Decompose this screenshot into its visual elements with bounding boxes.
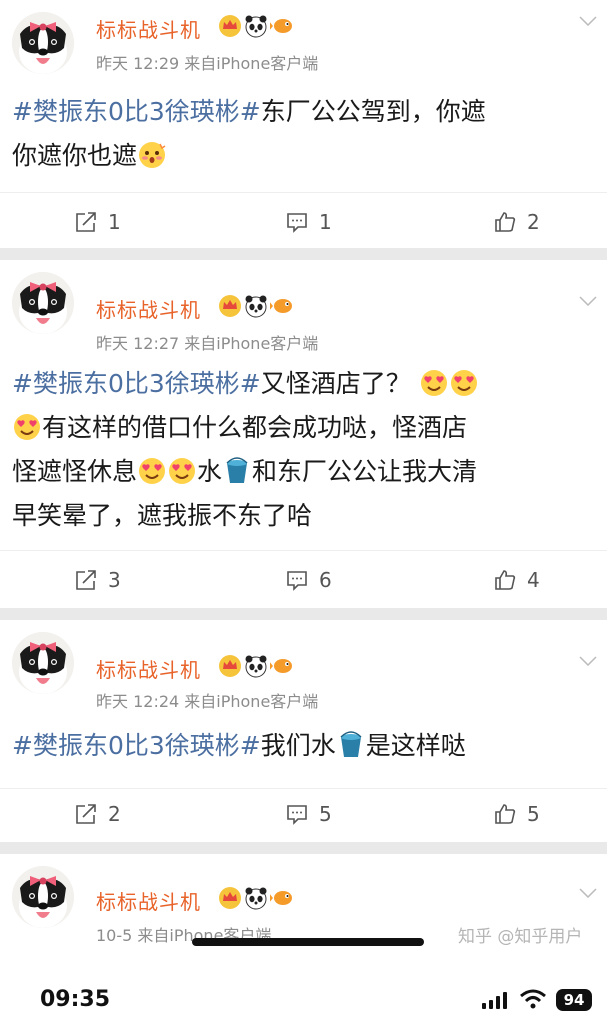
repost-button[interactable]: 1 [74,202,121,242]
clock: 09:35 [40,987,111,1012]
signal-icon [482,992,507,1009]
bucket-emoji [226,457,248,484]
heart-eyes-emoji [419,369,448,397]
crown-badge-icon [219,887,241,909]
chevron-down-icon[interactable] [579,16,597,26]
blush-emoji [138,141,166,169]
username[interactable]: 标标战斗机 [96,886,201,915]
user-badges [218,886,294,910]
crown-badge-icon [219,295,241,317]
divider [0,192,607,193]
repost-icon [76,212,96,232]
like-button[interactable]: 5 [493,794,540,834]
repost-icon [76,804,96,824]
chevron-down-icon[interactable] [579,296,597,306]
user-badges [218,14,294,38]
username[interactable]: 标标战斗机 [96,294,201,323]
post-actions: 3 6 4 [0,560,607,600]
username[interactable]: 标标战斗机 [96,14,201,43]
home-indicator[interactable] [192,938,424,946]
pink-bow-dog-avatar [12,12,74,74]
heart-eyes-emoji [168,457,197,485]
fish-badge-icon [270,299,292,313]
hashtag-link[interactable]: #樊振东0比3徐瑛彬# [12,731,261,760]
pink-bow-dog-avatar [12,632,74,694]
post-text: #樊振东0比3徐瑛彬#东厂公公驾到，你遮 你遮你也遮 [12,97,486,170]
fish-badge-icon [270,891,292,905]
like-icon [495,804,516,824]
hashtag-link[interactable]: #樊振东0比3徐瑛彬# [12,369,261,398]
post-actions: 2 5 5 [0,794,607,834]
post-card: 标标战斗机 昨天 12:27 来自iPhone客户端 #樊振东0比3徐瑛彬#又怪… [0,260,607,608]
repost-button[interactable]: 3 [74,560,121,600]
hashtag-link[interactable]: #樊振东0比3徐瑛彬# [12,97,261,126]
post-text: #樊振东0比3徐瑛彬#我们水 是这样哒 [12,731,466,760]
post-actions: 1 1 2 [0,202,607,242]
bucket-emoji [339,731,362,758]
post-meta: 昨天 12:24 来自iPhone客户端 [96,692,319,711]
pink-bow-dog-avatar [12,272,74,334]
user-badges [218,294,294,318]
avatar[interactable] [12,272,74,334]
battery-indicator: 94 [556,989,592,1011]
pink-bow-dog-avatar [12,866,74,928]
comment-icon [287,213,307,233]
like-button[interactable]: 2 [493,202,540,242]
post-meta: 昨天 12:29 来自iPhone客户端 [96,54,319,73]
divider [0,788,607,789]
like-icon [495,212,516,232]
comment-button[interactable]: 6 [285,560,332,600]
post-card: 标标战斗机 昨天 12:29 来自iPhone客户端 #樊振东0比3徐瑛彬#东厂… [0,0,607,248]
divider [0,550,607,551]
avatar[interactable] [12,632,74,694]
comment-icon [287,805,307,825]
panda-badge-icon [245,15,267,38]
avatar[interactable] [12,866,74,928]
post-card: 标标战斗机 昨天 12:24 来自iPhone客户端 #樊振东0比3徐瑛彬#我们… [0,620,607,842]
avatar[interactable] [12,12,74,74]
panda-badge-icon [245,295,267,318]
crown-badge-icon [219,655,241,677]
post-meta: 昨天 12:27 来自iPhone客户端 [96,334,319,353]
like-button[interactable]: 4 [493,560,540,600]
chevron-down-icon[interactable] [579,656,597,666]
heart-eyes-emoji [449,369,478,397]
heart-eyes-emoji [138,457,167,485]
heart-eyes-emoji [13,413,41,441]
comment-button[interactable]: 1 [285,202,332,242]
post-text: #樊振东0比3徐瑛彬#又怪酒店了？ 有这样的借口什么都会成功哒，怪酒店 怪遮怪休… [12,369,478,530]
crown-badge-icon [219,15,241,37]
panda-badge-icon [245,655,267,678]
status-bar: 09:35 94 [0,965,607,1023]
comment-button[interactable]: 5 [285,794,332,834]
user-badges [218,654,294,678]
comment-icon [287,571,307,591]
repost-icon [76,570,96,590]
wifi-icon [520,989,546,1009]
repost-button[interactable]: 2 [74,794,121,834]
panda-badge-icon [245,887,267,910]
zhihu-watermark: 知乎 @知乎用户 [458,927,583,947]
like-icon [495,570,516,590]
fish-badge-icon [270,19,292,33]
chevron-down-icon[interactable] [579,888,597,898]
fish-badge-icon [270,659,292,673]
username[interactable]: 标标战斗机 [96,654,201,683]
